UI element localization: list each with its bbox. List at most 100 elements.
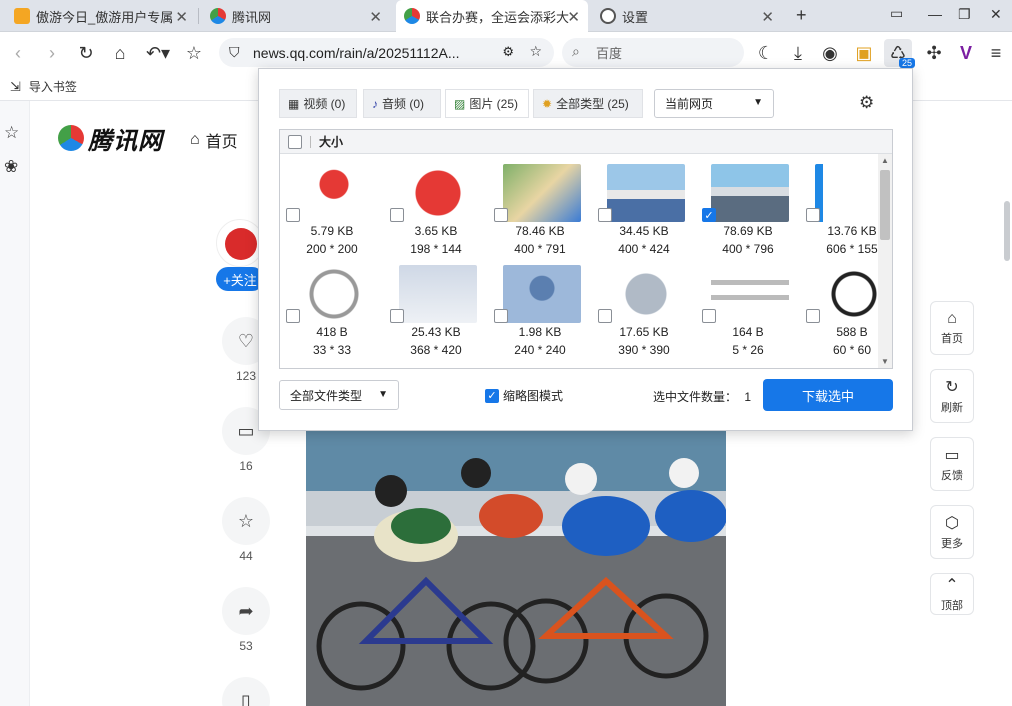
scroll-up-icon[interactable]: ▲ <box>881 156 889 165</box>
select-all-checkbox[interactable] <box>288 134 302 149</box>
tab-qq[interactable]: 腾讯网 ✕ <box>202 0 390 32</box>
resource-thumbnail[interactable] <box>607 164 685 222</box>
size-column-header[interactable]: 大小 <box>319 133 343 150</box>
resource-thumbnail[interactable] <box>503 164 581 222</box>
camera-icon[interactable]: ◉ <box>816 39 844 67</box>
resource-item[interactable]: 164 B 5 * 26 <box>696 265 800 365</box>
undo-close-icon[interactable]: ↶▾ <box>142 39 174 67</box>
rail-top-button[interactable]: ⌃ 顶部 <box>930 573 974 615</box>
night-mode-icon[interactable]: ☾ <box>752 39 780 67</box>
resource-item[interactable]: ✓ 78.69 KB 400 * 796 <box>696 164 800 264</box>
tab-video[interactable]: ▦ 视频 (0) <box>279 89 357 118</box>
add-bookmark-icon[interactable]: ☆ <box>529 43 542 60</box>
search-box[interactable]: ⌕ 百度 <box>562 38 744 67</box>
resource-thumbnail[interactable] <box>295 265 373 323</box>
follow-button[interactable]: +关注 <box>216 267 264 291</box>
resource-dimensions: 390 * 390 <box>618 343 670 357</box>
resource-checkbox[interactable] <box>806 309 820 323</box>
apps-icon[interactable]: ❀ <box>4 157 18 177</box>
close-icon[interactable]: ✕ <box>567 8 580 26</box>
back-icon[interactable]: ‹ <box>4 39 32 67</box>
resource-checkbox[interactable] <box>702 309 716 323</box>
resource-thumbnail[interactable] <box>711 164 789 222</box>
scroll-down-icon[interactable]: ▼ <box>881 357 889 366</box>
vpn-icon[interactable]: V <box>952 39 980 67</box>
thumbnail-mode-toggle[interactable]: ✓ 缩略图模式 <box>485 387 563 404</box>
resource-checkbox[interactable]: ✓ <box>702 208 716 222</box>
resource-thumbnail[interactable] <box>607 265 685 323</box>
home-link[interactable]: ⌂ 首页 <box>190 128 238 152</box>
resource-thumbnail[interactable] <box>399 164 477 222</box>
resource-item[interactable]: 5.79 KB 200 * 200 <box>280 164 384 264</box>
resource-thumbnail[interactable] <box>503 265 581 323</box>
new-tab-button[interactable]: + <box>796 5 807 26</box>
resource-checkbox[interactable] <box>390 208 404 222</box>
print-button[interactable]: ▯ <box>222 677 270 706</box>
resource-thumbnail[interactable] <box>295 164 373 222</box>
page-scrollbar[interactable] <box>1004 201 1010 261</box>
resource-checkbox[interactable] <box>598 309 612 323</box>
collect-button[interactable]: ☆ <box>222 497 270 545</box>
maximize-button[interactable]: ❐ <box>958 6 971 23</box>
resource-size: 3.65 KB <box>414 224 458 238</box>
scroll-thumb[interactable] <box>880 170 890 240</box>
tab-settings[interactable]: 设置 ✕ <box>592 0 782 32</box>
rail-home-button[interactable]: ⌂ 首页 <box>930 301 974 355</box>
author-avatar[interactable] <box>216 219 264 267</box>
extensions-icon[interactable]: ✣ <box>920 39 948 67</box>
sidebar-toggle-icon[interactable]: ▭ <box>890 5 903 22</box>
close-icon[interactable]: ✕ <box>175 8 188 26</box>
site-logo[interactable]: 腾讯网 <box>88 121 163 156</box>
address-bar[interactable]: ⛉ news.qq.com/rain/a/20251112A... ⚙ ☆ <box>219 38 554 67</box>
resource-checkbox[interactable] <box>598 208 612 222</box>
qq-logo-icon[interactable] <box>58 125 84 151</box>
close-icon[interactable]: ✕ <box>761 8 774 26</box>
minimize-button[interactable]: — <box>928 6 942 22</box>
note-icon[interactable]: ▣ <box>850 39 878 67</box>
resource-checkbox[interactable] <box>494 208 508 222</box>
resource-dimensions: 400 * 791 <box>514 242 566 256</box>
resource-item[interactable]: 17.65 KB 390 * 390 <box>592 265 696 365</box>
resource-sniffer-icon[interactable]: ♺ 25 <box>884 39 915 68</box>
settings-gear-icon[interactable]: ⚙ <box>859 93 874 113</box>
resource-item[interactable]: 3.65 KB 198 * 144 <box>384 164 488 264</box>
close-icon[interactable]: ✕ <box>369 8 382 26</box>
scope-select[interactable]: 当前网页 ▼ <box>654 89 774 118</box>
file-type-select[interactable]: 全部文件类型 ▼ <box>279 380 399 410</box>
rail-more-button[interactable]: ⬡ 更多 <box>930 505 974 559</box>
resource-checkbox[interactable] <box>806 208 820 222</box>
import-bookmarks-link[interactable]: 导入书签 <box>29 78 77 95</box>
menu-icon[interactable]: ≡ <box>982 39 1010 67</box>
resource-item[interactable]: 78.46 KB 400 * 791 <box>488 164 592 264</box>
rail-feedback-button[interactable]: ▭ 反馈 <box>930 437 974 491</box>
extension-icon[interactable]: ⚙ <box>502 44 514 60</box>
resource-checkbox[interactable] <box>286 208 300 222</box>
tab-maxthon-today[interactable]: 傲游今日_傲游用户专属 ✕ <box>6 0 196 32</box>
resource-item[interactable]: 25.43 KB 368 * 420 <box>384 265 488 365</box>
resource-checkbox[interactable] <box>494 309 508 323</box>
reload-icon[interactable]: ↻ <box>72 39 100 67</box>
favorites-star-icon[interactable]: ☆ <box>4 123 19 143</box>
tab-article[interactable]: 联合办赛，全运会添彩大 ✕ <box>396 0 588 32</box>
forward-icon[interactable]: › <box>38 39 66 67</box>
resource-item[interactable]: 418 B 33 * 33 <box>280 265 384 365</box>
download-selected-button[interactable]: 下载选中 <box>763 379 893 411</box>
share-button[interactable]: ➦ <box>222 587 270 635</box>
home-icon[interactable]: ⌂ <box>106 39 134 67</box>
rail-refresh-button[interactable]: ↻ 刷新 <box>930 369 974 423</box>
tab-audio[interactable]: ♪ 音频 (0) <box>363 89 441 118</box>
thumbnail-mode-checkbox[interactable]: ✓ <box>485 388 499 403</box>
film-icon: ▦ <box>288 96 300 111</box>
resource-thumbnail[interactable] <box>399 265 477 323</box>
tab-all-types[interactable]: ✹ 全部类型 (25) <box>533 89 643 118</box>
grid-scrollbar[interactable]: ▲ ▼ <box>878 154 892 368</box>
resource-item[interactable]: 1.98 KB 240 * 240 <box>488 265 592 365</box>
tab-images[interactable]: ▨ 图片 (25) <box>445 89 529 118</box>
resource-thumbnail[interactable] <box>711 265 789 323</box>
favorite-star-icon[interactable]: ☆ <box>180 39 208 67</box>
close-window-button[interactable]: ✕ <box>990 6 1002 23</box>
resource-checkbox[interactable] <box>286 309 300 323</box>
download-icon[interactable]: ⤓ <box>784 39 812 67</box>
resource-checkbox[interactable] <box>390 309 404 323</box>
resource-item[interactable]: 34.45 KB 400 * 424 <box>592 164 696 264</box>
